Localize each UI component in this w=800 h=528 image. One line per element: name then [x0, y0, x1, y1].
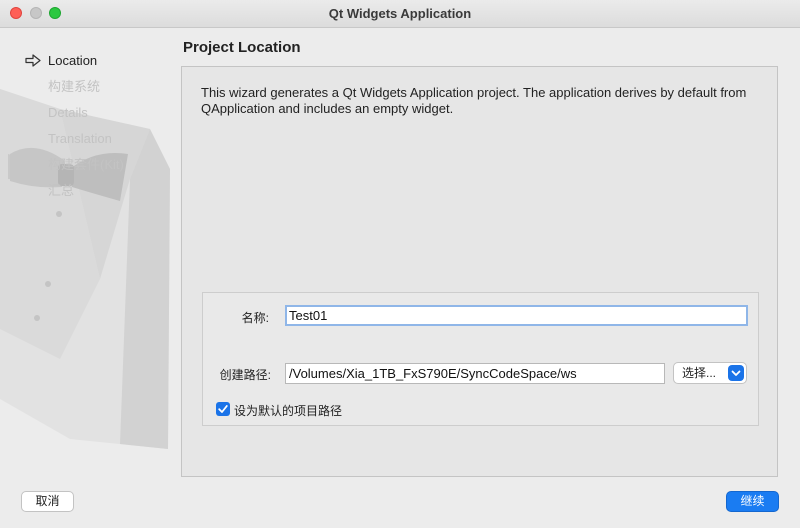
project-name-input[interactable]: Test01 [285, 305, 748, 326]
page-title: Project Location [183, 39, 301, 56]
chevron-down-icon[interactable] [728, 365, 744, 381]
page-description: This wizard generates a Qt Widgets Appli… [201, 85, 747, 116]
step-location: Location [24, 52, 124, 78]
cancel-button[interactable]: 取消 [21, 491, 74, 512]
step-label: 构建套件(Kit) [48, 157, 124, 172]
step-label: Details [48, 105, 88, 120]
step-details: Details [24, 104, 124, 130]
step-label: Translation [48, 131, 112, 146]
choose-button-label: 选择... [682, 366, 717, 380]
continue-button[interactable]: 继续 [726, 491, 779, 512]
step-label: Location [48, 53, 98, 68]
wizard-steps: Location 构建系统 Details Translation 构建套件(K… [24, 52, 124, 208]
default-path-checkbox[interactable] [216, 402, 230, 416]
step-summary: 汇总 [24, 182, 124, 208]
step-translation: Translation [24, 130, 124, 156]
window-title: Qt Widgets Application [328, 6, 472, 21]
project-location-group: 名称: Test01 创建路径: /Volumes/Xia_1TB_FxS790… [202, 292, 759, 426]
choose-path-button[interactable]: 选择... [673, 362, 747, 384]
path-label: 创建路径: [219, 368, 271, 382]
step-label: 构建系统 [48, 79, 101, 94]
step-kits: 构建套件(Kit) [24, 156, 124, 182]
default-path-label[interactable]: 设为默认的项目路径 [234, 402, 342, 419]
step-build-system: 构建系统 [24, 78, 124, 104]
wizard-window: Qt Widgets Application Location 构建系统 Det… [0, 0, 800, 528]
checkmark-icon [218, 405, 228, 413]
step-label: 汇总 [48, 183, 75, 198]
title-bar: Qt Widgets Application [0, 0, 800, 28]
name-label: 名称: [241, 311, 269, 325]
arrow-right-icon [25, 54, 41, 67]
project-path-input[interactable]: /Volumes/Xia_1TB_FxS790E/SyncCodeSpace/w… [285, 363, 665, 384]
content-panel: This wizard generates a Qt Widgets Appli… [181, 66, 778, 477]
